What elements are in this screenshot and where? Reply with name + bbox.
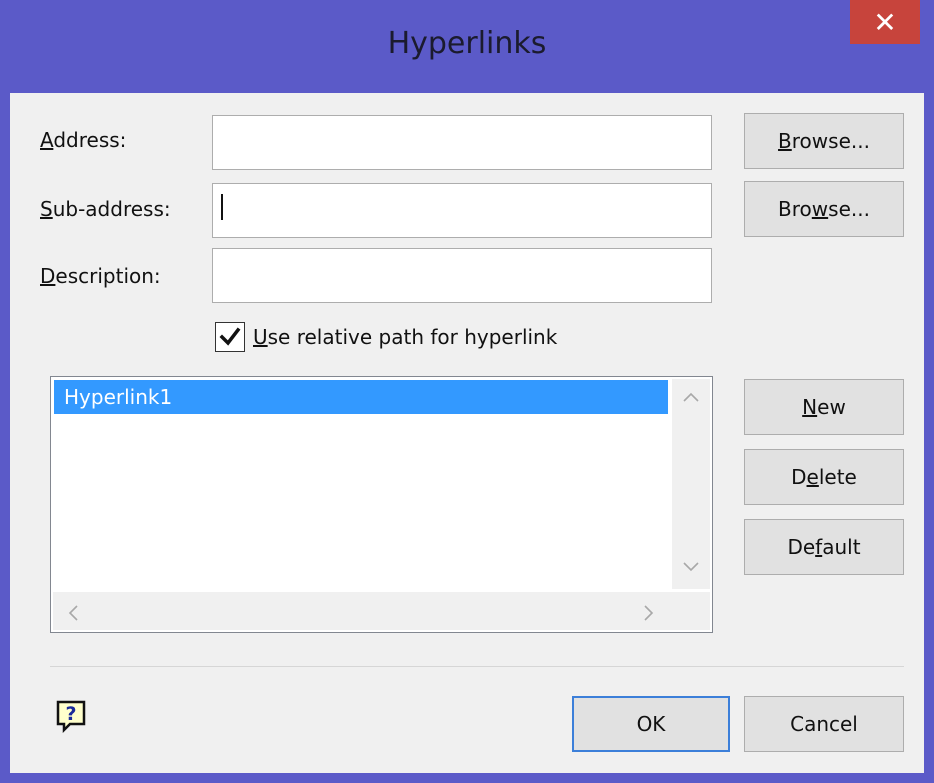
description-input[interactable] [212, 248, 712, 303]
horizontal-scrollbar[interactable] [53, 592, 710, 630]
chevron-down-icon[interactable] [682, 561, 700, 573]
new-button[interactable]: New [744, 379, 904, 435]
relative-path-checkbox[interactable] [215, 322, 245, 352]
address-label: Address: [40, 128, 127, 152]
title-bar: Hyperlinks ✕ [0, 0, 934, 93]
relative-path-label[interactable]: Use relative path for hyperlink [253, 325, 557, 349]
help-icon: ? [56, 700, 86, 734]
svg-text:?: ? [65, 703, 76, 725]
description-label: Description: [40, 264, 161, 288]
help-button[interactable]: ? [54, 699, 88, 734]
separator [50, 666, 904, 667]
dialog-body: Address: Browse... Sub-address: Browse..… [10, 93, 924, 773]
delete-button[interactable]: Delete [744, 449, 904, 505]
browse-button-2[interactable]: Browse... [744, 181, 904, 237]
ok-button[interactable]: OK [572, 696, 730, 752]
close-button[interactable]: ✕ [850, 0, 920, 44]
list-item[interactable]: Hyperlink1 [54, 380, 668, 414]
hyperlink-list[interactable]: Hyperlink1 [50, 376, 713, 633]
checkmark-icon [219, 327, 241, 346]
subaddress-input[interactable] [212, 183, 712, 238]
subaddress-label: Sub-address: [40, 197, 171, 221]
default-button[interactable]: Default [744, 519, 904, 575]
address-input[interactable] [212, 115, 712, 170]
chevron-left-icon[interactable] [67, 604, 79, 622]
dialog-title: Hyperlinks [387, 26, 547, 61]
browse-button[interactable]: Browse... [744, 113, 904, 169]
chevron-right-icon[interactable] [643, 604, 655, 622]
text-caret [221, 194, 223, 220]
close-icon: ✕ [873, 5, 897, 39]
cancel-button[interactable]: Cancel [744, 696, 904, 752]
dialog-window: Hyperlinks ✕ Address: Browse... Sub-addr… [0, 0, 934, 783]
vertical-scrollbar[interactable] [672, 379, 710, 589]
chevron-up-icon[interactable] [682, 391, 700, 403]
